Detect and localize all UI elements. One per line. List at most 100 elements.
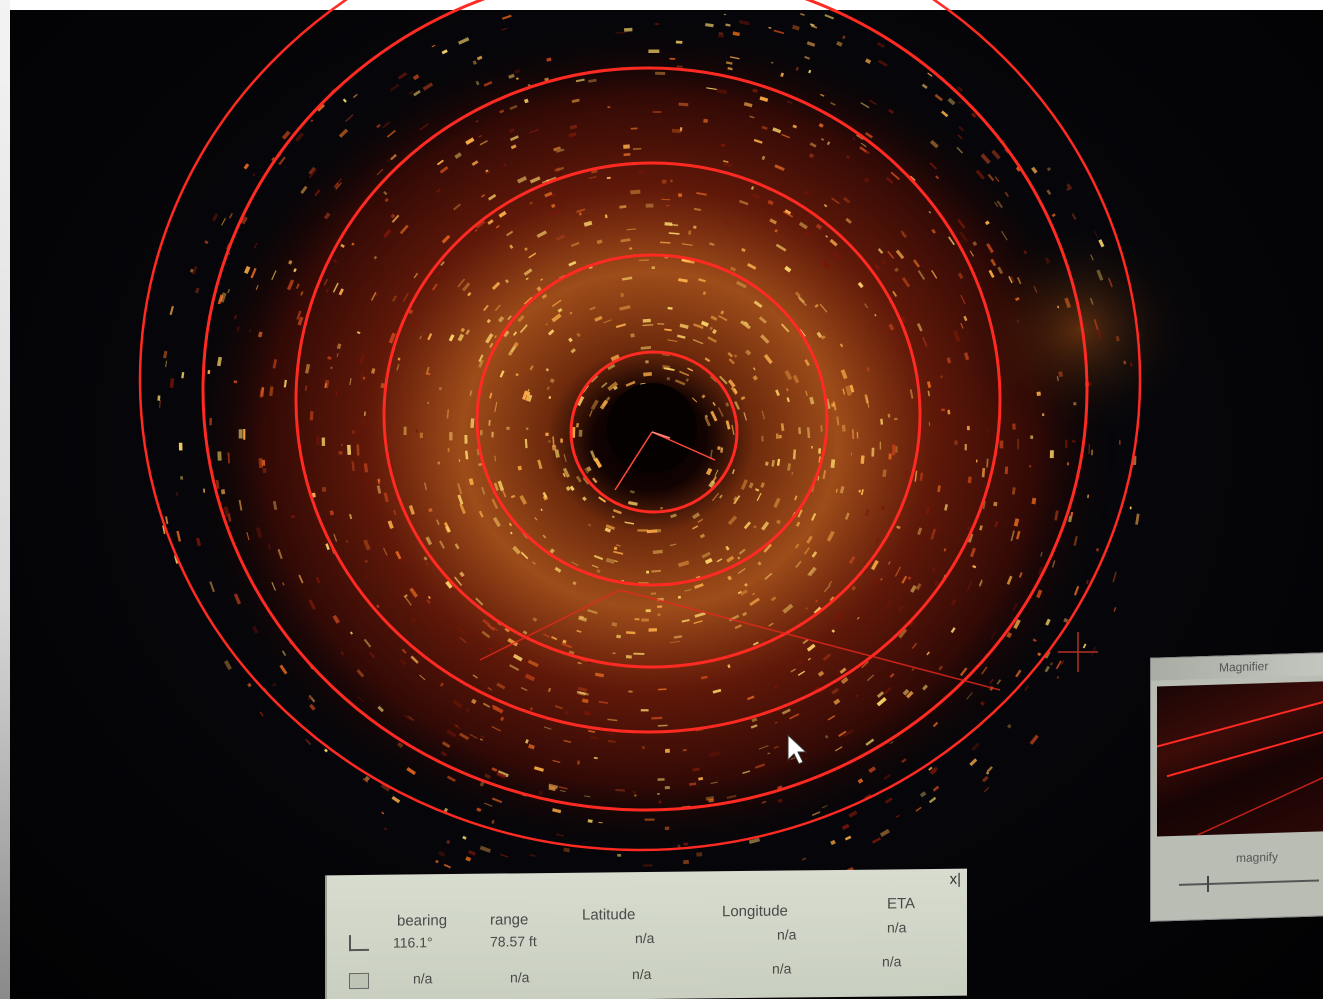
echo-speckle — [479, 845, 492, 853]
echo-speckle — [163, 350, 168, 359]
row2-bearing: n/a — [413, 970, 433, 987]
echo-speckle — [648, 628, 657, 632]
echo-speckle — [677, 595, 682, 599]
echo-speckle — [768, 26, 772, 29]
echo-speckle — [879, 441, 882, 450]
echo-speckle — [644, 818, 655, 821]
magnifier-window[interactable]: Magnifier magnify — [1150, 652, 1323, 922]
echo-speckle — [642, 746, 645, 749]
echo-speckle — [178, 442, 183, 451]
echo-speckle — [879, 828, 890, 837]
echo-speckle — [894, 417, 898, 421]
echo-speckle — [876, 41, 885, 49]
echo-speckle — [655, 71, 666, 75]
echo-speckle — [842, 35, 846, 40]
echo-speckle — [243, 429, 246, 440]
echo-speckle — [915, 806, 922, 812]
echo-speckle — [506, 426, 510, 430]
waypoint-icon — [349, 972, 369, 990]
echo-speckle — [887, 413, 891, 418]
echo-speckle — [431, 44, 436, 48]
echo-speckle — [841, 823, 850, 831]
echo-speckle — [341, 443, 343, 447]
echo-speckle — [449, 432, 453, 441]
echo-speckle — [683, 859, 689, 865]
magnifier-zoom-slider[interactable] — [1179, 879, 1319, 886]
echo-speckle — [633, 652, 645, 655]
echo-speckle — [657, 778, 665, 781]
echo-speckle — [850, 452, 852, 456]
echo-speckle — [773, 29, 785, 35]
echo-speckle — [630, 189, 641, 195]
echo-speckle — [458, 37, 470, 45]
echo-speckle — [397, 72, 408, 80]
echo-speckle — [818, 448, 821, 454]
sonar-plot[interactable] — [0, 0, 1323, 999]
echo-speckle — [238, 429, 243, 439]
echo-speckle — [352, 430, 355, 434]
echo-speckle — [703, 118, 709, 124]
echo-speckle — [437, 461, 441, 465]
echo-speckle — [441, 49, 448, 55]
echo-speckle — [383, 827, 388, 831]
echo-speckle — [545, 432, 549, 437]
echo-speckle — [159, 400, 161, 408]
echo-speckle — [1112, 571, 1117, 583]
echo-speckle — [321, 486, 327, 493]
close-panel-button[interactable]: x| — [950, 871, 961, 888]
echo-speckle — [658, 800, 662, 804]
echo-speckle — [501, 27, 508, 31]
echo-speckle — [632, 791, 636, 794]
magnifier-zoom-slider-thumb[interactable] — [1207, 875, 1209, 892]
echo-speckle — [676, 65, 683, 68]
echo-speckle — [981, 775, 989, 783]
echo-speckle — [465, 856, 472, 862]
magnifier-title-bar[interactable]: Magnifier — [1151, 653, 1323, 681]
echo-speckle — [921, 83, 928, 90]
echo-speckle — [638, 170, 646, 174]
magnifier-echo-plot — [1157, 700, 1323, 836]
echo-speckle — [739, 19, 750, 26]
echo-speckle — [176, 491, 179, 497]
echo-speckle — [491, 431, 494, 438]
echo-speckle — [625, 655, 632, 659]
echo-speckle — [381, 811, 385, 815]
echo-speckle — [871, 447, 875, 457]
echo-speckle — [654, 23, 660, 25]
echo-speckle — [617, 853, 622, 857]
echo-speckle — [954, 440, 958, 445]
echo-speckle — [1060, 659, 1065, 666]
echo-speckle — [664, 786, 670, 790]
echo-speckle — [1135, 513, 1140, 525]
echo-speckle — [195, 287, 200, 294]
echo-speckle — [165, 516, 169, 525]
echo-speckle — [975, 459, 978, 463]
echo-speckle — [1007, 724, 1012, 729]
echo-speckle — [259, 711, 264, 717]
column-header-bearing: bearing — [397, 912, 448, 930]
echo-speckle — [1046, 189, 1052, 196]
echo-speckle — [844, 835, 852, 841]
echo-speckle — [419, 432, 423, 439]
echo-speckle — [878, 59, 888, 67]
echo-speckle — [888, 453, 892, 460]
echo-speckle — [258, 458, 264, 468]
echo-speckle — [717, 446, 721, 450]
echo-speckle — [934, 93, 943, 102]
echo-speckle — [652, 110, 662, 114]
echo-speckle — [860, 455, 865, 464]
echo-speckle — [247, 682, 252, 688]
echo-speckle — [836, 40, 843, 47]
echo-speckle — [1036, 391, 1041, 396]
echo-speckle — [895, 814, 900, 818]
echo-speckle — [634, 794, 637, 797]
echo-speckle — [223, 660, 232, 671]
echo-speckle — [801, 857, 807, 861]
echo-speckle — [646, 570, 650, 574]
echo-speckle — [993, 501, 998, 507]
echo-speckle — [871, 837, 881, 844]
echo-speckle — [678, 193, 683, 197]
echo-speckle — [651, 716, 663, 720]
echo-speckle — [628, 690, 633, 693]
row2-range: n/a — [510, 969, 530, 986]
